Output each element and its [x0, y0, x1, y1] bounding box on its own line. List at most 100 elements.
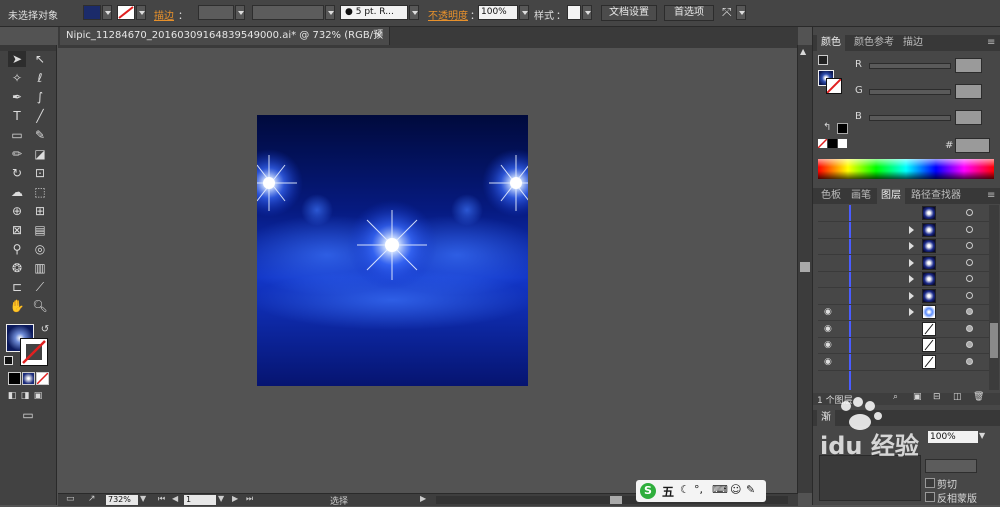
tab-color-guide[interactable]: 颜色参考: [850, 35, 898, 51]
export-icon[interactable]: ↗: [88, 494, 96, 504]
transform-dropdown[interactable]: [736, 5, 746, 20]
layer-row[interactable]: [818, 255, 993, 272]
pen-tool-icon[interactable]: ✒: [8, 89, 26, 105]
transform-icon[interactable]: ⤧: [722, 5, 732, 20]
horizontal-scroll-thumb[interactable]: [610, 496, 622, 504]
channel-b-slider[interactable]: [869, 115, 951, 121]
clip-checkbox[interactable]: [925, 478, 935, 488]
target-icon[interactable]: [966, 324, 973, 332]
invert-mask-checkbox[interactable]: [925, 492, 935, 502]
artboard-tool-icon[interactable]: ⊏: [8, 279, 26, 295]
layer-row[interactable]: [818, 205, 993, 222]
target-icon[interactable]: [966, 308, 973, 315]
eye-icon[interactable]: ◉: [824, 324, 834, 334]
gradient-tool-icon[interactable]: ▤: [31, 222, 49, 238]
expand-arrow-icon[interactable]: [909, 225, 914, 234]
visibility-toggle[interactable]: [824, 274, 834, 284]
target-icon[interactable]: [966, 357, 973, 365]
zoom-tool-icon[interactable]: 🔍︎: [31, 298, 49, 314]
layers-scroll-thumb[interactable]: [990, 323, 998, 358]
sogou-logo-icon[interactable]: S: [640, 483, 656, 499]
prev-artboard-icon[interactable]: ◀: [172, 494, 178, 503]
close-tab-icon[interactable]: ×: [375, 27, 383, 45]
visibility-toggle[interactable]: [824, 208, 834, 218]
preferences-button[interactable]: 首选项: [664, 5, 714, 21]
default-colors-icon[interactable]: [4, 356, 13, 365]
moon-icon[interactable]: ☾: [680, 483, 690, 496]
draw-normal-icon[interactable]: ◧: [6, 388, 18, 404]
layer-row[interactable]: [818, 238, 993, 255]
style-swatch[interactable]: [567, 5, 581, 20]
rectangle-tool-icon[interactable]: ▭: [8, 127, 26, 143]
shape-builder-tool-icon[interactable]: ⊕: [8, 203, 26, 219]
selection-tool-icon[interactable]: ➤: [8, 51, 26, 67]
tab-gradient[interactable]: 渐: [817, 410, 835, 426]
document-setup-button[interactable]: 文档设置: [601, 5, 657, 21]
stroke-color-box[interactable]: [20, 338, 48, 366]
brush-definition-field[interactable]: ● 5 pt. R...: [340, 5, 408, 20]
keyboard-icon[interactable]: ⌨: [712, 483, 728, 496]
tab-brushes[interactable]: 画笔: [847, 188, 875, 204]
channel-g-slider[interactable]: [869, 89, 951, 95]
channel-r-value[interactable]: [955, 58, 982, 73]
panel-stroke-swatch[interactable]: [826, 78, 842, 94]
tab-stroke[interactable]: 描边: [899, 35, 927, 51]
blend-tool-icon[interactable]: ◎: [31, 241, 49, 257]
visibility-toggle[interactable]: [824, 291, 834, 301]
slice-tool-icon[interactable]: ⟋: [31, 279, 49, 295]
new-layer-icon[interactable]: ◫: [953, 392, 962, 402]
gradient-mode-icon[interactable]: [22, 372, 35, 385]
color-mode-icon[interactable]: [8, 372, 21, 385]
mesh-tool-icon[interactable]: ⊠: [8, 222, 26, 238]
tab-swatches[interactable]: 色板: [817, 188, 845, 204]
eye-icon[interactable]: ◉: [824, 307, 834, 317]
opacity-input[interactable]: 100%: [478, 5, 518, 20]
expand-arrow-icon[interactable]: [909, 258, 914, 267]
last-artboard-icon[interactable]: ⏭: [246, 494, 253, 504]
symbol-sprayer-tool-icon[interactable]: ❂: [8, 260, 26, 276]
status-artboard-icon[interactable]: ▭: [66, 494, 75, 504]
transparency-opacity-field[interactable]: 100%: [928, 431, 978, 443]
artboard-artwork[interactable]: [257, 115, 528, 386]
document-tab[interactable]: Nipic_11284670_20160309164839549000.ai* …: [60, 27, 390, 59]
layer-row[interactable]: ◉: [818, 354, 993, 371]
target-icon[interactable]: [966, 225, 973, 233]
eye-icon[interactable]: ◉: [824, 340, 834, 350]
variable-width-dropdown[interactable]: [325, 5, 335, 20]
rotate-tool-icon[interactable]: ↻: [8, 165, 26, 181]
channel-b-value[interactable]: [955, 110, 982, 125]
mask-button[interactable]: [925, 459, 977, 473]
status-menu-icon[interactable]: ▶: [420, 494, 426, 503]
layers-scrollbar[interactable]: [989, 205, 999, 390]
swap-colors-icon[interactable]: ↺: [36, 322, 54, 338]
visibility-toggle[interactable]: [824, 258, 834, 268]
transparency-opacity-dropdown-icon[interactable]: ▼: [979, 431, 985, 440]
lasso-tool-icon[interactable]: ℓ: [31, 70, 49, 86]
layer-row[interactable]: [818, 222, 993, 239]
hex-value-field[interactable]: [955, 138, 990, 153]
ime-mode[interactable]: 五: [662, 483, 674, 500]
target-icon[interactable]: [966, 275, 973, 282]
layer-row[interactable]: [818, 288, 993, 305]
scroll-up-icon[interactable]: ▲: [800, 47, 806, 56]
brush-dropdown[interactable]: [409, 5, 419, 20]
panel-menu-icon[interactable]: ≡: [983, 35, 999, 51]
channel-r-slider[interactable]: [869, 63, 951, 69]
free-transform-tool-icon[interactable]: ⬚: [31, 184, 49, 200]
warp-tool-icon[interactable]: ☁: [8, 184, 26, 200]
expand-arrow-icon[interactable]: [909, 308, 914, 316]
curvature-tool-icon[interactable]: ∫: [31, 89, 49, 105]
default-color-icon[interactable]: [818, 55, 828, 65]
delete-layer-icon[interactable]: 🗑︎: [973, 392, 984, 402]
user-icon[interactable]: ☺: [730, 483, 741, 496]
stroke-weight-field[interactable]: [198, 5, 234, 20]
none-swatch[interactable]: [818, 139, 827, 148]
tools-icon[interactable]: ✎: [746, 483, 755, 496]
line-tool-icon[interactable]: ╱: [31, 108, 49, 124]
out-of-gamut-icon[interactable]: ↰: [823, 122, 831, 133]
draw-inside-icon[interactable]: ▣: [32, 388, 44, 404]
artboard-number-field[interactable]: 1: [184, 495, 216, 505]
tab-color[interactable]: 颜色: [817, 35, 845, 51]
scale-tool-icon[interactable]: ⊡: [31, 165, 49, 181]
magic-wand-tool-icon[interactable]: ✧: [8, 70, 26, 86]
